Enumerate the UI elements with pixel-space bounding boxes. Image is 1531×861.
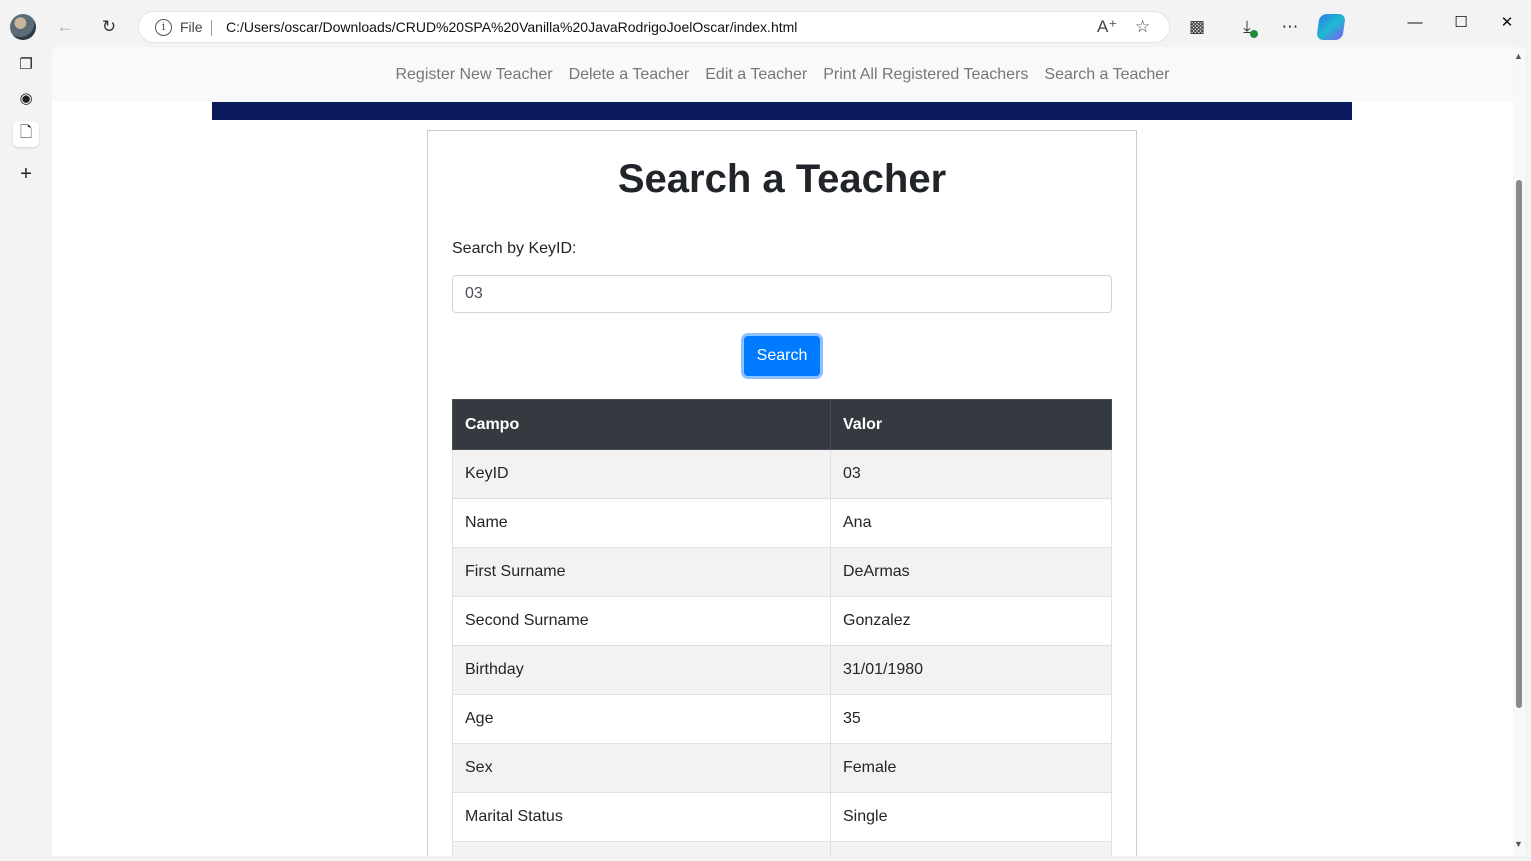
nav-search-teacher[interactable]: Search a Teacher	[1036, 66, 1177, 84]
table-row: Age 35	[452, 694, 1112, 744]
page-viewport: Register New Teacher Delete a Teacher Ed…	[52, 47, 1513, 856]
field-cell: Marital Status	[452, 792, 831, 842]
table-row: First Surname DeArmas	[452, 547, 1112, 597]
keyid-search-input[interactable]	[452, 275, 1112, 313]
field-cell: KeyID	[452, 449, 831, 499]
vertical-scrollbar[interactable]: ▲ ▼	[1513, 47, 1525, 856]
scroll-thumb[interactable]	[1516, 180, 1522, 708]
minimize-icon[interactable]: —	[1392, 10, 1438, 34]
result-table: Campo Valor KeyID 03 Name Ana First Surn…	[452, 399, 1112, 856]
column-header-valor: Valor	[830, 399, 1112, 450]
favorite-star-icon[interactable]: ☆	[1135, 17, 1150, 37]
scroll-down-icon[interactable]: ▼	[1514, 839, 1523, 849]
browser-sidebar: ❐ ◉ 🗋 +	[0, 54, 52, 861]
table-row: Name Ana	[452, 498, 1112, 548]
field-cell: Age	[452, 694, 831, 744]
read-aloud-icon[interactable]: A⁺	[1097, 17, 1117, 37]
table-header-row: Campo Valor	[452, 399, 1112, 450]
value-cell: 31/01/1980	[830, 645, 1112, 695]
value-cell: Gonzalez	[830, 596, 1112, 646]
header-banner	[212, 102, 1352, 120]
field-cell	[452, 841, 831, 856]
value-cell: Ana	[830, 498, 1112, 548]
field-cell: Name	[452, 498, 831, 548]
address-scheme-label: File	[180, 19, 203, 35]
page-title: Search a Teacher	[617, 157, 947, 201]
nav-delete-teacher[interactable]: Delete a Teacher	[561, 66, 698, 84]
copilot-icon[interactable]	[1316, 14, 1346, 40]
address-separator	[211, 20, 212, 36]
scroll-up-icon[interactable]: ▲	[1514, 51, 1523, 61]
maximize-icon[interactable]: ☐	[1438, 10, 1484, 34]
nav-register-teacher[interactable]: Register New Teacher	[387, 66, 560, 84]
column-header-campo: Campo	[452, 399, 831, 450]
table-row-partial	[452, 841, 1112, 856]
info-icon[interactable]: i	[155, 19, 172, 36]
extensions-icon[interactable]: ▩	[1184, 14, 1210, 40]
search-label: Search by KeyID:	[452, 240, 577, 257]
field-cell: Second Surname	[452, 596, 831, 646]
field-cell: Birthday	[452, 645, 831, 695]
table-row: KeyID 03	[452, 449, 1112, 499]
add-icon[interactable]: +	[13, 161, 39, 187]
back-icon[interactable]: ←	[52, 14, 78, 40]
table-row: Second Surname Gonzalez	[452, 596, 1112, 646]
table-row: Marital Status Single	[452, 792, 1112, 842]
field-cell: First Surname	[452, 547, 831, 597]
value-cell: 03	[830, 449, 1112, 499]
address-bar[interactable]: i File C:/Users/oscar/Downloads/CRUD%20S…	[138, 11, 1170, 43]
table-row: Sex Female	[452, 743, 1112, 793]
refresh-icon[interactable]: ↻	[96, 14, 122, 40]
download-complete-badge	[1250, 30, 1258, 38]
value-cell: Single	[830, 792, 1112, 842]
more-icon[interactable]: ⋯	[1277, 14, 1303, 40]
value-cell: Female	[830, 743, 1112, 793]
value-cell: DeArmas	[830, 547, 1112, 597]
browser-toolbar: ← ↻ i File C:/Users/oscar/Downloads/CRUD…	[0, 0, 1531, 54]
tab-actions-icon[interactable]: ❐	[13, 51, 39, 77]
value-cell	[830, 841, 1112, 856]
profile-avatar[interactable]	[10, 14, 36, 40]
value-cell: 35	[830, 694, 1112, 744]
github-icon[interactable]: ◉	[13, 85, 39, 111]
close-icon[interactable]: ✕	[1484, 10, 1530, 34]
table-row: Birthday 31/01/1980	[452, 645, 1112, 695]
top-navbar: Register New Teacher Delete a Teacher Ed…	[52, 47, 1513, 102]
address-url[interactable]: C:/Users/oscar/Downloads/CRUD%20SPA%20Va…	[226, 19, 797, 35]
page-icon[interactable]: 🗋	[13, 121, 39, 147]
search-button[interactable]: Search	[744, 336, 820, 376]
field-cell: Sex	[452, 743, 831, 793]
nav-print-teachers[interactable]: Print All Registered Teachers	[815, 66, 1036, 84]
search-card: Search a Teacher Search by KeyID: Search…	[427, 130, 1137, 856]
nav-edit-teacher[interactable]: Edit a Teacher	[697, 66, 815, 84]
